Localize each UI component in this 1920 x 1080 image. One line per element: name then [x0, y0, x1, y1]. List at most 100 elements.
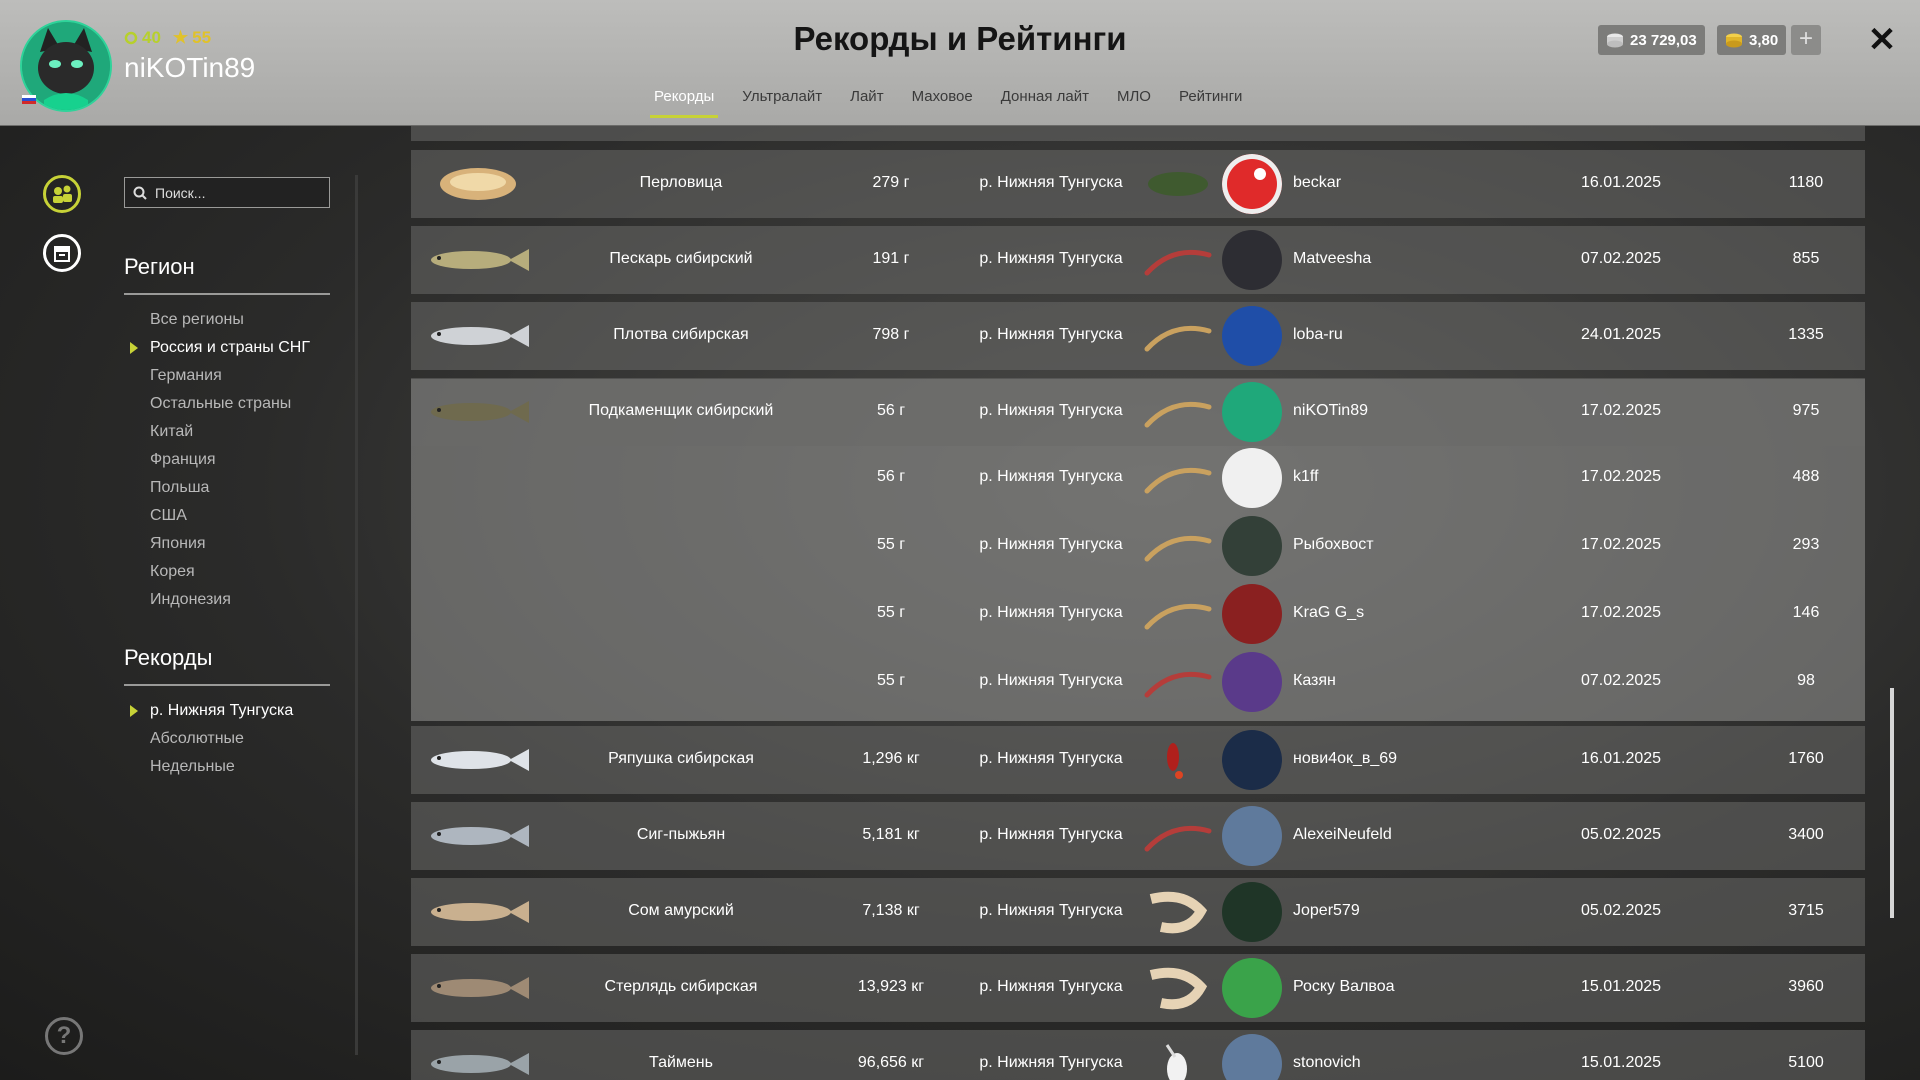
- region-item-indonesia[interactable]: Индонезия: [150, 586, 310, 614]
- record-date: 16.01.2025: [1580, 750, 1662, 767]
- user-name: Роску Валвоа: [1293, 978, 1395, 995]
- fish-weight: 55 г: [876, 672, 906, 689]
- help-icon[interactable]: ?: [45, 1017, 83, 1055]
- user-name: beckar: [1293, 174, 1342, 191]
- table-row[interactable]: Сом амурский 7,138 кг р. Нижняя Тунгуска Jo…: [411, 878, 1865, 946]
- fish-weight: 13,923 кг: [857, 978, 925, 995]
- region-item-germany[interactable]: Германия: [150, 362, 310, 390]
- tab-pole[interactable]: Маховое: [898, 88, 987, 118]
- tab-ultralight[interactable]: Ультралайт: [728, 88, 836, 118]
- fish-weight: 96,656 кг: [857, 1054, 925, 1071]
- record-date: 17.02.2025: [1580, 468, 1662, 485]
- user-avatar[interactable]: [1222, 958, 1282, 1018]
- gold-coins-icon: [1726, 33, 1742, 48]
- region-item-poland[interactable]: Польша: [150, 474, 310, 502]
- region-item-korea[interactable]: Корея: [150, 558, 310, 586]
- records-item-weekly[interactable]: Недельные: [150, 753, 293, 781]
- records-table: Перловица 279 г р. Нижняя Тунгуска beckar 16…: [411, 125, 1865, 1080]
- shrimp-bait-icon: [1149, 891, 1208, 934]
- records-item-absolute[interactable]: Абсолютные: [150, 725, 293, 753]
- sidebar-scrollbar[interactable]: [355, 175, 358, 1055]
- table-row[interactable]: Таймень 96,656 кг р. Нижняя Тунгуска stonov…: [411, 1030, 1865, 1080]
- fish-weight: 56 г: [876, 402, 906, 419]
- user-name: loba-ru: [1293, 326, 1343, 343]
- user-avatar[interactable]: [1222, 730, 1282, 790]
- user-avatar[interactable]: [1222, 1034, 1282, 1080]
- user-avatar[interactable]: [1222, 448, 1282, 508]
- region-list: Все регионы Россия и страны СНГ Германия…: [130, 306, 310, 614]
- tab-light[interactable]: Лайт: [836, 88, 897, 118]
- fish-location: р. Нижняя Тунгуска: [979, 978, 1123, 995]
- record-points: 488: [1792, 468, 1820, 485]
- table-row[interactable]: Ряпушка сибирская 1,296 кг р. Нижняя Тунгу…: [411, 726, 1865, 794]
- user-name: stonovich: [1293, 1054, 1361, 1071]
- records-item-tunguska[interactable]: р. Нижняя Тунгуска: [129, 697, 293, 725]
- fish-location: р. Нижняя Тунгуска: [979, 402, 1123, 419]
- table-row[interactable]: Пескарь сибирский 191 г р. Нижняя Тунгуска…: [411, 226, 1865, 294]
- record-date: 17.02.2025: [1580, 604, 1662, 621]
- region-item-russia-cis[interactable]: Россия и страны СНГ: [130, 334, 310, 362]
- worm-bait-icon: [1144, 825, 1212, 852]
- fish-location: р. Нижняя Тунгуска: [979, 1054, 1123, 1071]
- user-name: KraG G_s: [1293, 604, 1365, 621]
- tab-mlo[interactable]: МЛО: [1103, 88, 1165, 118]
- record-points: 3400: [1788, 826, 1824, 843]
- user-avatar[interactable]: [1222, 516, 1282, 576]
- fish-weight: 1,296 кг: [862, 750, 920, 767]
- table-row[interactable]: 56 г р. Нижняя Тунгуска k1ff 17.02.2025 488: [411, 448, 1865, 508]
- region-item-usa[interactable]: США: [150, 502, 310, 530]
- user-name: Рыбохвост: [1293, 536, 1374, 553]
- fish-location: р. Нижняя Тунгуска: [979, 750, 1123, 767]
- fish-location: р. Нижняя Тунгуска: [979, 468, 1123, 485]
- record-points: 146: [1792, 604, 1820, 621]
- fish-weight: 5,181 кг: [862, 826, 920, 843]
- divider: [124, 293, 330, 295]
- region-item-all[interactable]: Все регионы: [150, 306, 310, 334]
- region-item-other[interactable]: Остальные страны: [150, 390, 310, 418]
- record-date: 07.02.2025: [1580, 250, 1662, 267]
- table-row[interactable]: Перловица 279 г р. Нижняя Тунгуска beckar 16…: [411, 150, 1865, 218]
- fish-weight: 191 г: [872, 250, 910, 267]
- tab-records[interactable]: Рекорды: [640, 88, 728, 118]
- region-item-japan[interactable]: Япония: [150, 530, 310, 558]
- table-row[interactable]: 55 г р. Нижняя Тунгуска Казян 07.02.2025 98: [411, 652, 1865, 712]
- user-avatar[interactable]: [1222, 882, 1282, 942]
- table-row[interactable]: Сиг-пыжьян 5,181 кг р. Нижняя Тунгуска Alex…: [411, 802, 1865, 870]
- friends-icon[interactable]: [43, 175, 81, 213]
- user-avatar[interactable]: [1222, 230, 1282, 290]
- tab-bottom-light[interactable]: Донная лайт: [987, 88, 1103, 118]
- user-name: Matveesha: [1293, 250, 1372, 267]
- add-currency-button[interactable]: +: [1791, 25, 1821, 55]
- record-date: 17.02.2025: [1580, 402, 1662, 419]
- user-avatar[interactable]: [1222, 154, 1282, 214]
- user-avatar[interactable]: [1222, 584, 1282, 644]
- record-points: 293: [1792, 536, 1820, 553]
- record-points: 3960: [1788, 978, 1824, 995]
- table-scrollbar[interactable]: [1890, 688, 1894, 918]
- user-avatar[interactable]: [1222, 306, 1282, 366]
- table-row[interactable]: Плотва сибирская 798 г р. Нижняя Тунгуска l…: [411, 302, 1865, 370]
- user-avatar[interactable]: [1222, 652, 1282, 712]
- search-field[interactable]: [124, 177, 330, 208]
- fish-name: Сом амурский: [628, 902, 734, 919]
- archive-icon[interactable]: [43, 234, 81, 272]
- table-row[interactable]: Стерлядь сибирская 13,923 кг р. Нижняя Тун…: [411, 954, 1865, 1022]
- close-button[interactable]: ✕: [1864, 22, 1900, 58]
- region-item-china[interactable]: Китай: [150, 418, 310, 446]
- record-points: 98: [1797, 672, 1815, 689]
- table-row[interactable]: 55 г р. Нижняя Тунгуска Рыбохвост 17.02.202…: [411, 516, 1865, 576]
- search-input[interactable]: [153, 183, 317, 202]
- tab-ratings[interactable]: Рейтинги: [1165, 88, 1256, 118]
- user-avatar[interactable]: [1222, 382, 1282, 442]
- silver-value: 23 729,03: [1630, 31, 1697, 49]
- table-row[interactable]: Подкаменщик сибирский 56 г р. Нижняя Тунгу…: [411, 378, 1865, 446]
- fish-weight: 55 г: [876, 536, 906, 553]
- record-date: 05.02.2025: [1580, 826, 1662, 843]
- gold-balance: 3,80: [1717, 25, 1787, 55]
- user-avatar[interactable]: [1222, 806, 1282, 866]
- fish-weight: 56 г: [876, 468, 906, 485]
- record-points: 975: [1792, 402, 1820, 419]
- table-row[interactable]: 55 г р. Нижняя Тунгуска KraG G_s 17.02.2025…: [411, 584, 1865, 644]
- maggot-bait-icon: [1144, 467, 1212, 494]
- region-item-france[interactable]: Франция: [150, 446, 310, 474]
